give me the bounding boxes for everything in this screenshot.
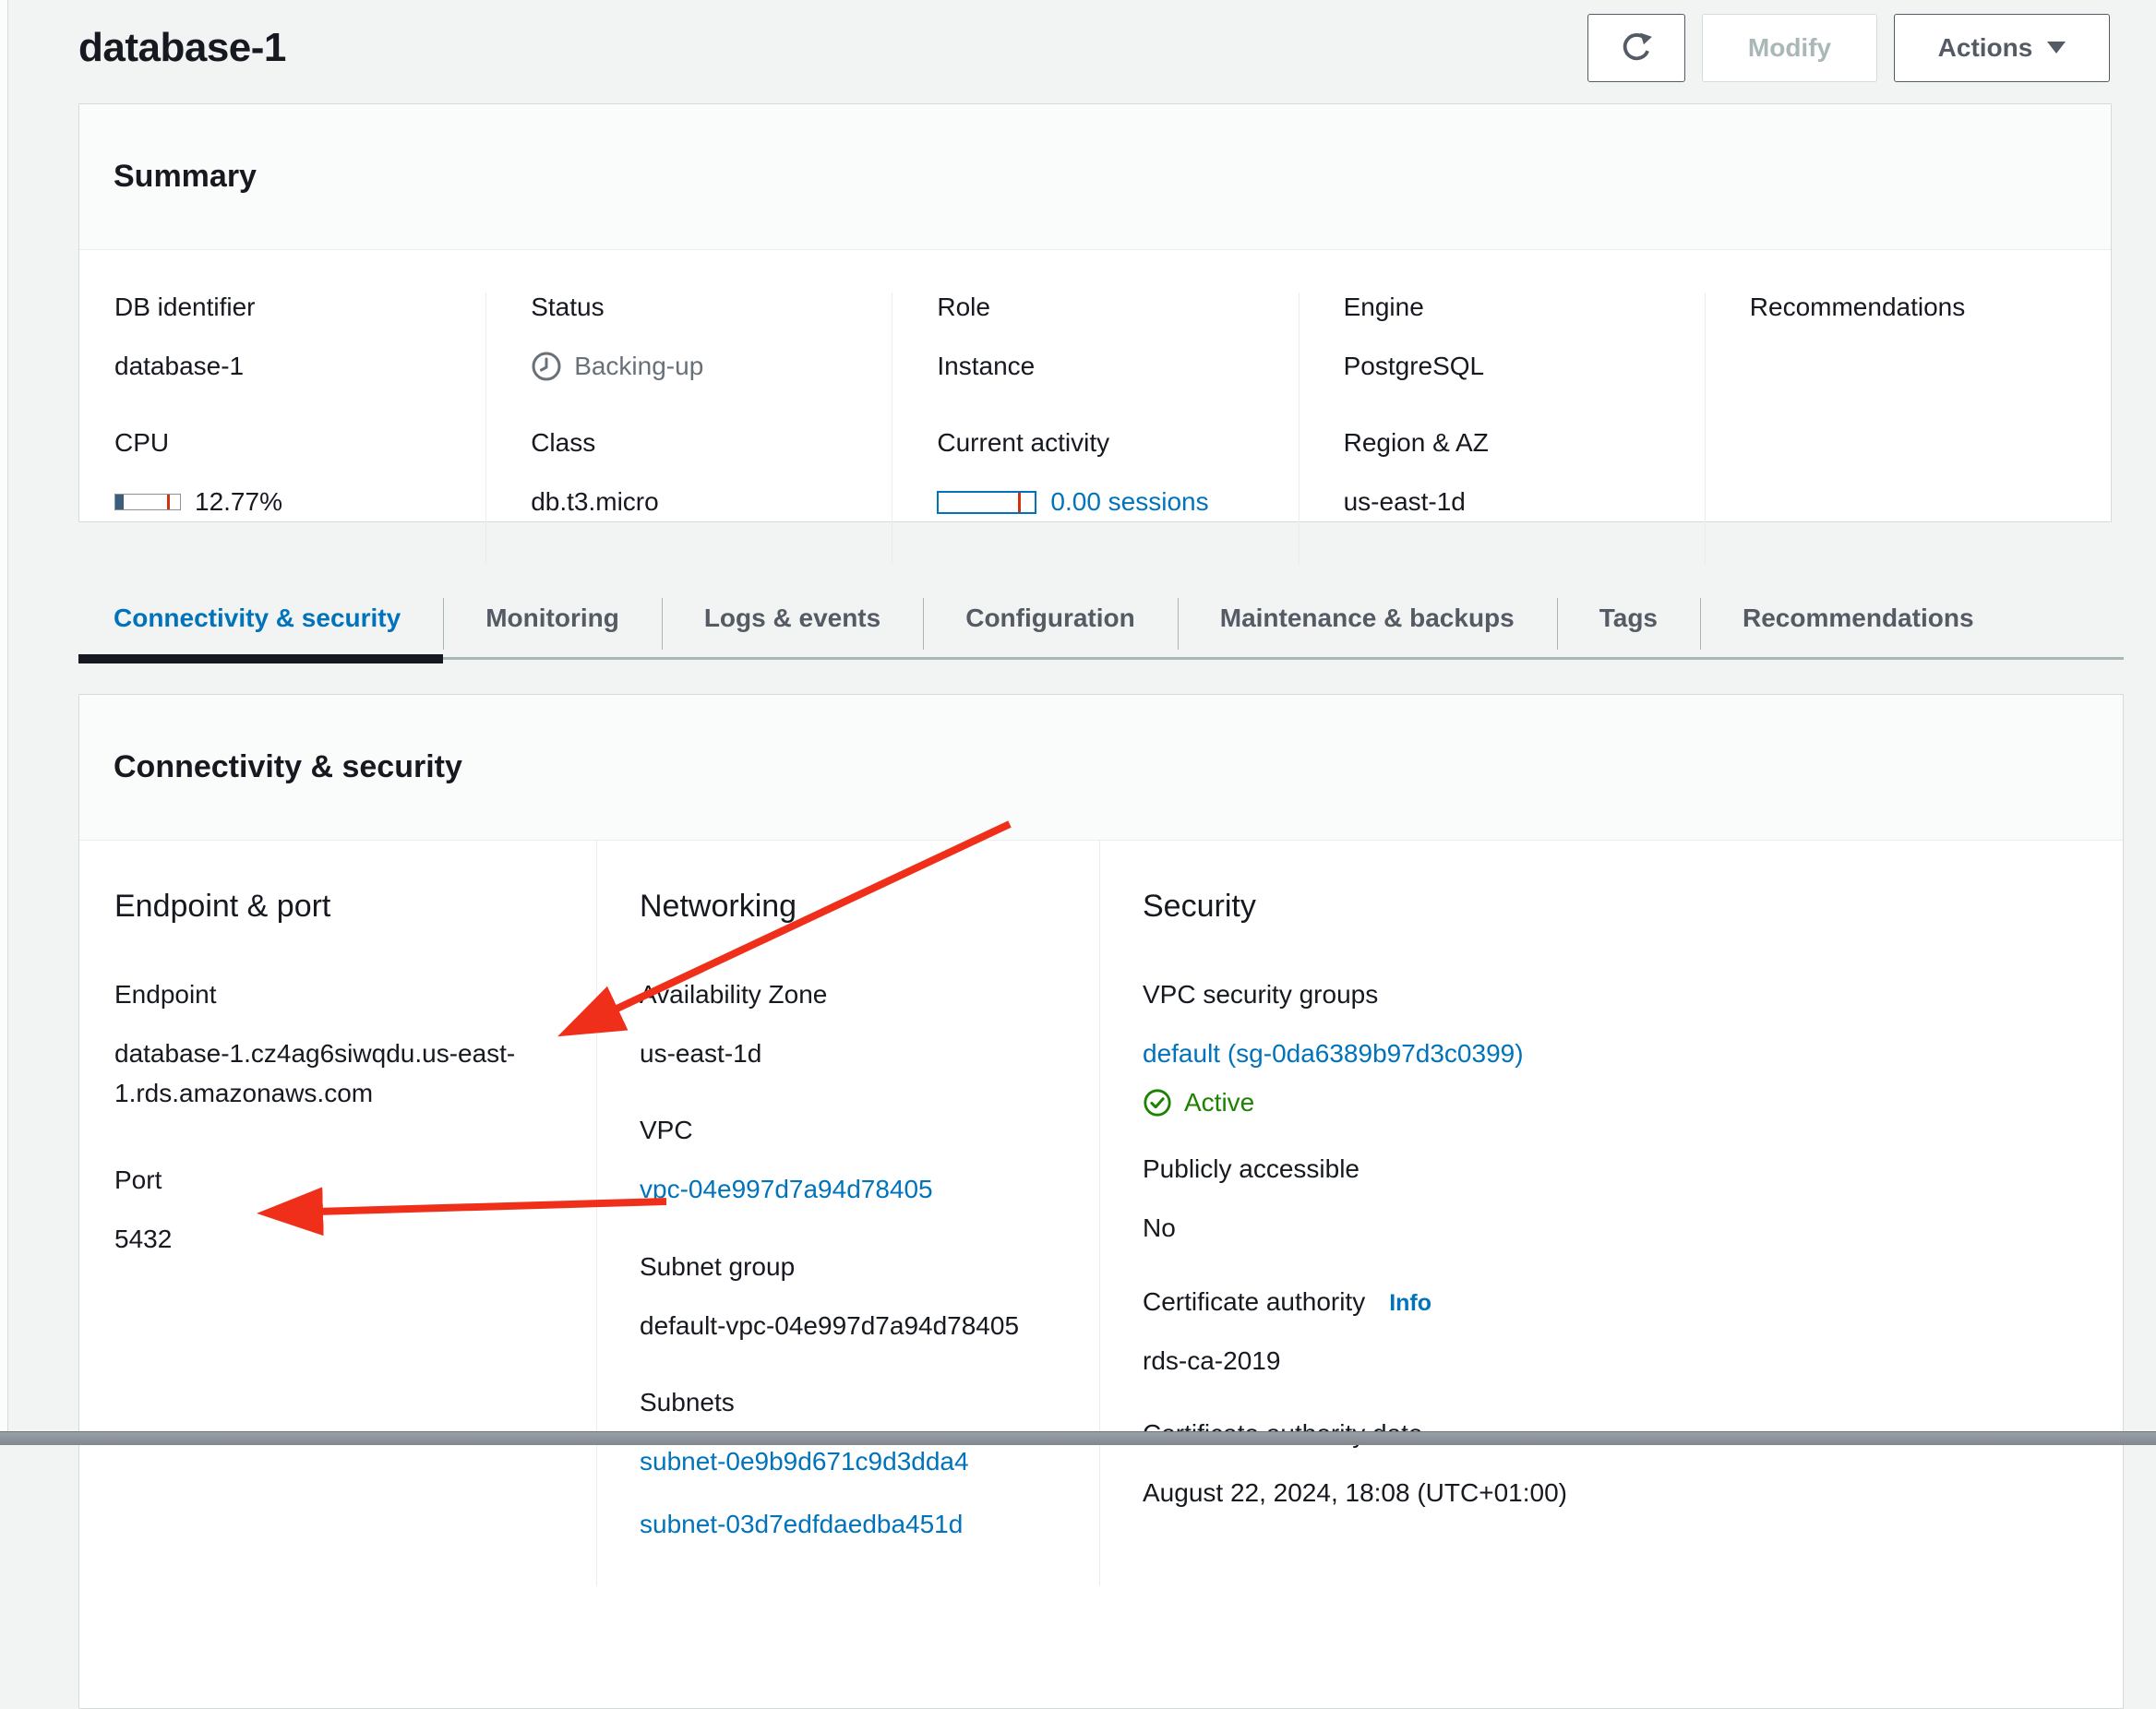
connectivity-heading: Connectivity & security xyxy=(114,749,462,785)
actions-button[interactable]: Actions xyxy=(1894,14,2110,82)
detail-tabs: Connectivity & security Monitoring Logs … xyxy=(78,583,2124,660)
cpu-progress-fill xyxy=(115,495,124,509)
page-header: database-1 Modify Actions xyxy=(78,0,2110,96)
role-label: Role xyxy=(937,293,1270,322)
summary-col-status: Status Backing-up Class db.t3.micro xyxy=(485,293,892,565)
connectivity-card-header: Connectivity & security xyxy=(79,695,2123,841)
current-activity-label: Current activity xyxy=(937,428,1270,458)
sessions-link[interactable]: 0.00 sessions xyxy=(1050,482,1208,521)
summary-col-engine: Engine PostgreSQL Region & AZ us-east-1d xyxy=(1299,293,1705,565)
db-identifier-value: database-1 xyxy=(114,346,458,386)
cpu-label: CPU xyxy=(114,428,458,458)
tab-recommendations[interactable]: Recommendations xyxy=(1700,583,2017,657)
availability-zone-label: Availability Zone xyxy=(640,980,1062,1010)
modify-button[interactable]: Modify xyxy=(1702,14,1877,82)
security-column: Security VPC security groups default (sg… xyxy=(1099,841,2123,1586)
certificate-authority-date-value: August 22, 2024, 18:08 (UTC+01:00) xyxy=(1143,1473,2086,1512)
actions-button-label: Actions xyxy=(1938,33,2033,63)
status-value-row: Backing-up xyxy=(531,346,864,386)
chevron-down-icon xyxy=(2047,42,2066,54)
cpu-progress-bar xyxy=(114,494,181,510)
subnet-group-label: Subnet group xyxy=(640,1252,1062,1282)
check-circle-icon xyxy=(1143,1088,1172,1117)
certificate-authority-info-link[interactable]: Info xyxy=(1389,1290,1431,1317)
region-az-value: us-east-1d xyxy=(1344,482,1677,521)
page-title: database-1 xyxy=(78,25,286,71)
status-value: Backing-up xyxy=(574,346,703,386)
current-activity-meter: 0.00 sessions xyxy=(937,482,1270,521)
role-value: Instance xyxy=(937,346,1270,386)
status-label: Status xyxy=(531,293,864,322)
security-group-link[interactable]: default (sg-0da6389b97d3c0399) xyxy=(1143,1034,1524,1073)
cpu-threshold-tick xyxy=(167,495,170,509)
subnet-group-value: default-vpc-04e997d7a94d78405 xyxy=(640,1306,1062,1345)
sessions-threshold-tick xyxy=(1018,493,1021,512)
security-heading: Security xyxy=(1143,889,2086,925)
security-group-status: Active xyxy=(1143,1088,2086,1117)
cpu-meter: 12.77% xyxy=(114,482,458,521)
endpoint-value: database-1.cz4ag6siwqdu.us-east-1.rds.am… xyxy=(114,1034,559,1114)
summary-grid: DB identifier database-1 CPU 12.77% Stat… xyxy=(79,250,2111,565)
engine-value: PostgreSQL xyxy=(1344,346,1677,386)
summary-col-recommendations: Recommendations xyxy=(1705,293,2111,565)
refresh-icon xyxy=(1619,30,1654,66)
connectivity-grid: Endpoint & port Endpoint database-1.cz4a… xyxy=(79,841,2123,1586)
publicly-accessible-value: No xyxy=(1143,1208,2086,1248)
clock-icon xyxy=(531,351,562,382)
db-identifier-label: DB identifier xyxy=(114,293,458,322)
tab-maintenance-backups[interactable]: Maintenance & backups xyxy=(1178,583,1557,657)
publicly-accessible-label: Publicly accessible xyxy=(1143,1154,2086,1184)
window-bottom-edge xyxy=(0,1431,2156,1445)
class-label: Class xyxy=(531,428,864,458)
class-value: db.t3.micro xyxy=(531,482,864,521)
subnet-link-2[interactable]: subnet-03d7edfdaedba451d xyxy=(640,1504,1062,1544)
summary-col-role: Role Instance Current activity 0.00 sess… xyxy=(892,293,1298,565)
tab-configuration[interactable]: Configuration xyxy=(923,583,1178,657)
networking-heading: Networking xyxy=(640,889,1062,925)
header-buttons: Modify Actions xyxy=(1587,14,2110,82)
tab-connectivity-security[interactable]: Connectivity & security xyxy=(78,583,443,657)
sessions-progress-bar xyxy=(937,491,1036,514)
endpoint-label: Endpoint xyxy=(114,980,559,1010)
certificate-authority-label: Certificate authority xyxy=(1143,1287,1365,1317)
vpc-label: VPC xyxy=(640,1116,1062,1145)
summary-heading: Summary xyxy=(114,159,257,195)
cpu-value: 12.77% xyxy=(195,482,282,521)
certificate-authority-value: rds-ca-2019 xyxy=(1143,1341,2086,1380)
summary-col-identifier: DB identifier database-1 CPU 12.77% xyxy=(79,293,485,565)
recommendations-label: Recommendations xyxy=(1750,293,2083,322)
engine-label: Engine xyxy=(1344,293,1677,322)
availability-zone-value: us-east-1d xyxy=(640,1034,1062,1073)
collapsed-sidenav-edge xyxy=(0,0,8,1445)
tab-monitoring[interactable]: Monitoring xyxy=(443,583,662,657)
refresh-button[interactable] xyxy=(1587,14,1685,82)
connectivity-security-card: Connectivity & security Endpoint & port … xyxy=(78,694,2124,1709)
security-group-status-text: Active xyxy=(1184,1088,1254,1117)
subnets-label: Subnets xyxy=(640,1388,1062,1417)
networking-column: Networking Availability Zone us-east-1d … xyxy=(596,841,1099,1586)
port-value: 5432 xyxy=(114,1219,559,1259)
subnet-link-1[interactable]: subnet-0e9b9d671c9d3dda4 xyxy=(640,1441,1062,1481)
vpc-link[interactable]: vpc-04e997d7a94d78405 xyxy=(640,1169,933,1209)
tab-logs-events[interactable]: Logs & events xyxy=(662,583,923,657)
tab-tags[interactable]: Tags xyxy=(1557,583,1700,657)
endpoint-port-heading: Endpoint & port xyxy=(114,889,559,925)
endpoint-port-column: Endpoint & port Endpoint database-1.cz4a… xyxy=(79,841,596,1586)
summary-card-header: Summary xyxy=(79,104,2111,250)
vpc-security-groups-label: VPC security groups xyxy=(1143,980,2086,1010)
summary-card: Summary DB identifier database-1 CPU 12.… xyxy=(78,103,2112,522)
region-az-label: Region & AZ xyxy=(1344,428,1677,458)
port-label: Port xyxy=(114,1165,559,1195)
